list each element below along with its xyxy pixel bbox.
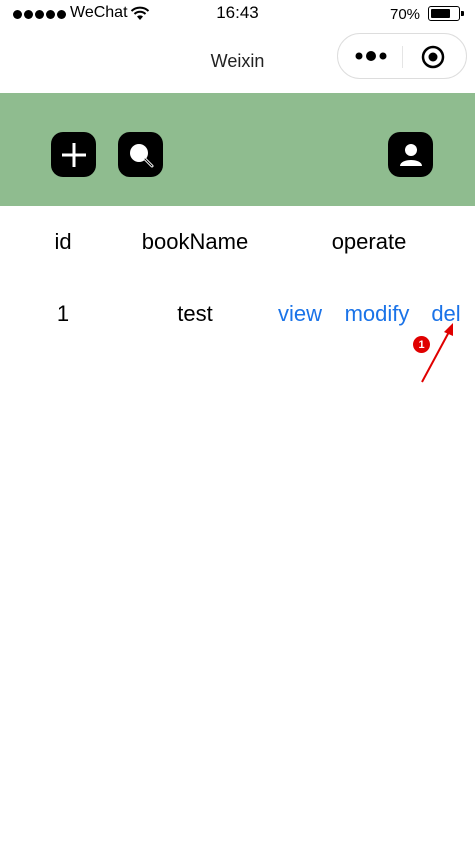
add-button[interactable] [51, 132, 96, 177]
search-button[interactable] [118, 132, 163, 177]
miniprogram-capsule [337, 33, 467, 79]
more-dots-icon[interactable] [354, 48, 390, 64]
annotation-arrow-icon [421, 323, 453, 383]
view-link[interactable]: view [272, 301, 328, 327]
battery-percent: 70% [390, 6, 421, 23]
user-button[interactable] [388, 132, 433, 177]
plus-icon [61, 142, 86, 167]
capsule-divider [402, 46, 403, 68]
header-operate: operate [331, 229, 407, 254]
toolbar [0, 93, 475, 206]
row-bookname: test [177, 301, 213, 326]
battery-icon [428, 6, 464, 21]
header-bookname: bookName [141, 229, 249, 254]
user-icon [399, 143, 422, 166]
status-bar: WeChat 16:43 70% [0, 0, 475, 28]
close-miniprogram-icon[interactable] [421, 45, 445, 69]
modify-link[interactable]: modify [336, 301, 418, 327]
search-icon [129, 143, 153, 167]
header-id: id [54, 229, 72, 254]
row-id: 1 [56, 301, 70, 326]
